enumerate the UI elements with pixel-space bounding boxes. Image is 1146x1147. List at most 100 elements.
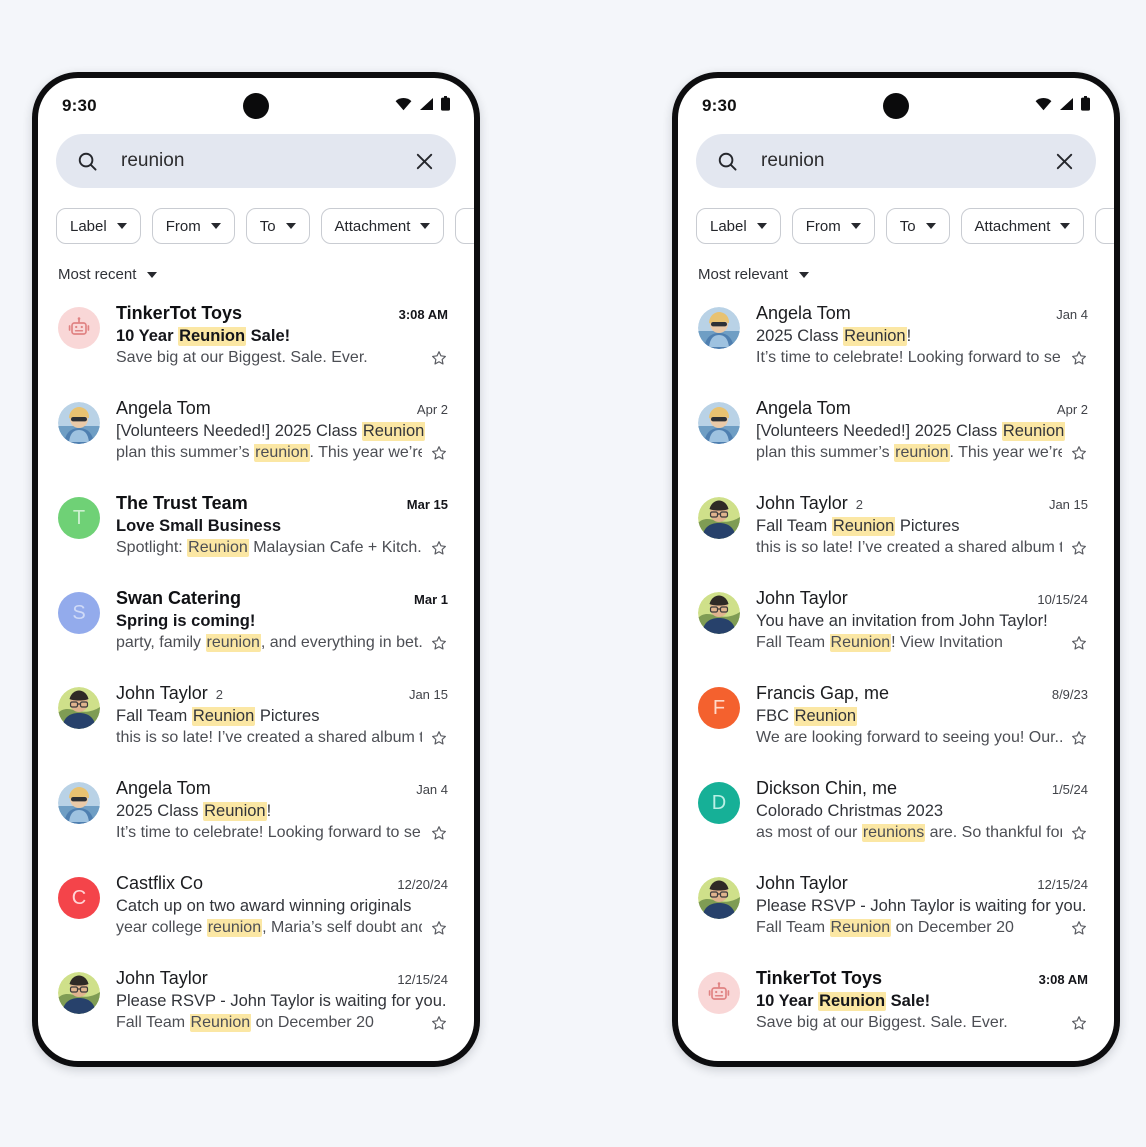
- email-header-line: Angela Tom Apr 2: [116, 398, 448, 419]
- avatar-initial[interactable]: D: [698, 782, 740, 824]
- avatar-photo[interactable]: [698, 497, 740, 539]
- filter-chip-from[interactable]: From: [151, 208, 235, 244]
- star-outline-icon[interactable]: [430, 919, 448, 937]
- close-icon[interactable]: [413, 150, 436, 173]
- email-row[interactable]: S Swan Catering Mar 1 Spring is coming! part…: [38, 578, 474, 673]
- avatar-photo[interactable]: [58, 402, 100, 444]
- star-outline-icon[interactable]: [1070, 539, 1088, 557]
- email-row[interactable]: F Francis Gap, me 8/9/23 FBC Reunion We are …: [678, 673, 1114, 768]
- filter-chip-partial[interactable]: [1095, 208, 1114, 244]
- email-row[interactable]: John Taylor 2 Jan 15 Fall Team Reunion Pict…: [678, 483, 1114, 578]
- star-outline-icon[interactable]: [430, 729, 448, 747]
- email-row[interactable]: TinkerTot Toys 3:08 AM 10 Year Reunion Sal…: [38, 293, 474, 388]
- star-outline-icon[interactable]: [430, 634, 448, 652]
- email-row[interactable]: Angela Tom Apr 2 [Volunteers Needed!] 2025…: [38, 388, 474, 483]
- filter-chip-label[interactable]: Label: [56, 208, 141, 244]
- filter-chip-overflow[interactable]: [455, 208, 474, 244]
- avatar-photo[interactable]: [698, 402, 740, 444]
- star-outline-icon[interactable]: [1070, 1014, 1088, 1032]
- email-snippet: year college reunion, Maria’s self doubt…: [116, 919, 422, 937]
- email-subject: Fall Team Reunion Pictures: [116, 707, 320, 726]
- chevron-down-icon: [420, 223, 431, 229]
- filter-chip-from[interactable]: From: [791, 208, 875, 244]
- filter-chip-row[interactable]: Label From To Attachment: [38, 188, 474, 244]
- email-row[interactable]: John Taylor 12/15/24 Please RSVP - John Ta…: [678, 863, 1114, 958]
- email-subject: Catch up on two award winning originals: [116, 897, 412, 915]
- email-sender: John Taylor: [116, 968, 208, 988]
- email-list[interactable]: TinkerTot Toys 3:08 AM 10 Year Reunion Sal…: [38, 293, 474, 1053]
- email-row[interactable]: T The Trust Team Mar 15 Love Small Business…: [38, 483, 474, 578]
- filter-chip-attachment[interactable]: Attachment: [320, 208, 445, 244]
- filter-chip-attachment[interactable]: Attachment: [960, 208, 1085, 244]
- avatar-initial[interactable]: T: [58, 497, 100, 539]
- email-row[interactable]: Angela Tom Jan 4 2025 Class Reunion! It’s t…: [678, 293, 1114, 388]
- avatar-photo[interactable]: [698, 307, 740, 349]
- sort-selector[interactable]: Most recent: [38, 244, 474, 293]
- email-row[interactable]: Angela Tom Jan 4 2025 Class Reunion! It’s t…: [38, 768, 474, 863]
- star-outline-icon[interactable]: [1070, 349, 1088, 367]
- email-snippet: Save big at our Biggest. Sale. Ever.: [756, 1014, 1008, 1031]
- filter-chip-to[interactable]: To: [245, 208, 310, 244]
- email-row[interactable]: D Dickson Chin, me 1/5/24 Colorado Christma…: [678, 768, 1114, 863]
- star-outline-icon[interactable]: [1070, 444, 1088, 462]
- search-icon[interactable]: [76, 150, 99, 173]
- search-input[interactable]: reunion: [761, 150, 1053, 172]
- battery-icon: [1081, 96, 1090, 116]
- search-highlight: reunion: [254, 444, 310, 462]
- avatar-initial[interactable]: F: [698, 687, 740, 729]
- avatar-photo[interactable]: [698, 877, 740, 919]
- filter-chip-label[interactable]: Label: [696, 208, 781, 244]
- star-outline-icon[interactable]: [430, 349, 448, 367]
- email-snippet-row: as most of our reunions are. So thankful…: [756, 824, 1088, 842]
- star-outline-icon[interactable]: [430, 539, 448, 557]
- sort-selector[interactable]: Most relevant: [678, 244, 1114, 293]
- email-list[interactable]: Angela Tom Jan 4 2025 Class Reunion! It’s t…: [678, 293, 1114, 1053]
- email-row[interactable]: John Taylor 12/15/24 Please RSVP - John Ta…: [38, 958, 474, 1053]
- filter-chip-row[interactable]: Label From To Attachment: [678, 188, 1114, 244]
- avatar-photo[interactable]: [58, 972, 100, 1014]
- status-icons: [1035, 96, 1090, 116]
- avatar-photo[interactable]: [58, 782, 100, 824]
- avatar-robot-icon[interactable]: [698, 972, 740, 1014]
- star-outline-icon[interactable]: [1070, 919, 1088, 937]
- email-header-line: John Taylor 2 Jan 15: [756, 493, 1088, 514]
- chevron-down-icon: [799, 271, 810, 278]
- star-outline-icon[interactable]: [430, 444, 448, 462]
- email-row[interactable]: John Taylor 10/15/24 You have an invitatio…: [678, 578, 1114, 673]
- email-snippet-row: this is so late! I’ve created a shared a…: [756, 539, 1088, 557]
- star-outline-icon[interactable]: [1070, 824, 1088, 842]
- avatar-photo[interactable]: [698, 592, 740, 634]
- email-row[interactable]: TinkerTot Toys 3:08 AM 10 Year Reunion Sal…: [678, 958, 1114, 1053]
- email-snippet-row: Fall Team Reunion on December 20: [116, 1014, 448, 1032]
- email-row[interactable]: Angela Tom Apr 2 [Volunteers Needed!] 2025…: [678, 388, 1114, 483]
- search-bar[interactable]: reunion: [696, 134, 1096, 188]
- star-outline-icon[interactable]: [430, 824, 448, 842]
- star-outline-icon[interactable]: [1070, 634, 1088, 652]
- email-snippet-row: Fall Team Reunion! View Invitation: [756, 634, 1088, 652]
- search-highlight: Reunion: [187, 539, 249, 557]
- filter-chip-to[interactable]: To: [885, 208, 950, 244]
- filter-chip-overflow[interactable]: [1095, 208, 1114, 244]
- avatar-robot-icon[interactable]: [58, 307, 100, 349]
- email-row[interactable]: C Castflix Co 12/20/24 Catch up on two awar…: [38, 863, 474, 958]
- email-row[interactable]: John Taylor 2 Jan 15 Fall Team Reunion Pict…: [38, 673, 474, 768]
- close-icon[interactable]: [1053, 150, 1076, 173]
- search-icon[interactable]: [716, 150, 739, 173]
- avatar-photo[interactable]: [58, 687, 100, 729]
- avatar-initial[interactable]: S: [58, 592, 100, 634]
- email-snippet-row: It’s time to celebrate! Looking forward …: [116, 824, 448, 842]
- email-subject: [Volunteers Needed!] 2025 Class Reunion: [116, 422, 426, 441]
- email-date: 10/15/24: [1037, 592, 1088, 607]
- star-outline-icon[interactable]: [1070, 729, 1088, 747]
- email-snippet-row: plan this summer’s reunion. This year we…: [116, 444, 448, 462]
- search-input[interactable]: reunion: [121, 150, 413, 172]
- avatar-initial[interactable]: C: [58, 877, 100, 919]
- email-header-line: John Taylor 12/15/24: [756, 873, 1088, 894]
- email-date: 12/15/24: [1037, 877, 1088, 892]
- search-highlight: Reunion: [843, 327, 907, 346]
- filter-chip-partial[interactable]: [455, 208, 474, 244]
- star-outline-icon[interactable]: [430, 1014, 448, 1032]
- email-sender: John Taylor: [756, 873, 848, 893]
- search-bar[interactable]: reunion: [56, 134, 456, 188]
- email-header-line: Castflix Co 12/20/24: [116, 873, 448, 894]
